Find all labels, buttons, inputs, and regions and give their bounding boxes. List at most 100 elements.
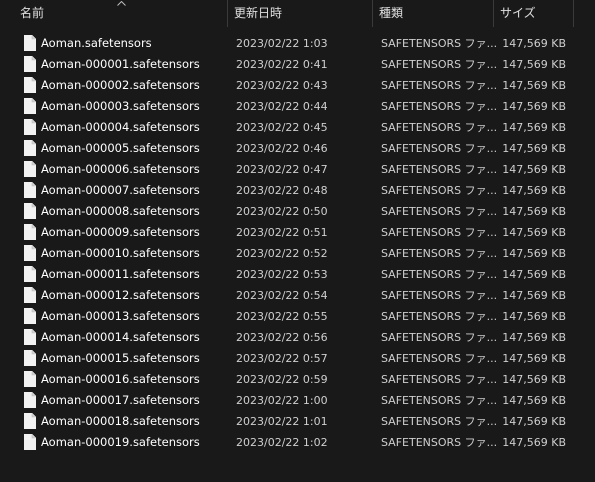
file-type: SAFETENSORS ファ... [381,331,498,344]
file-modified-date: 2023/02/22 0:48 [236,184,328,197]
file-icon [24,350,36,366]
file-modified-date: 2023/02/22 0:47 [236,163,328,176]
file-type: SAFETENSORS ファ... [381,310,498,323]
file-type: SAFETENSORS ファ... [381,58,498,71]
file-name: Aoman.safetensors [41,36,152,50]
file-size: 147,569 KB [502,394,566,407]
file-size: 147,569 KB [502,163,566,176]
sort-up-chevron-icon [117,1,126,6]
file-type: SAFETENSORS ファ... [381,37,498,50]
column-header-date-label: 更新日時 [234,6,283,20]
file-type: SAFETENSORS ファ... [381,205,498,218]
file-row[interactable]: Aoman-000009.safetensors 2023/02/22 0:51 S… [0,222,595,243]
file-type: SAFETENSORS ファ... [381,352,498,365]
file-row[interactable]: Aoman-000006.safetensors 2023/02/22 0:47 S… [0,159,595,180]
column-header-size[interactable]: サイズ [494,0,574,27]
file-name: Aoman-000005.safetensors [41,141,200,155]
file-modified-date: 2023/02/22 1:00 [236,394,328,407]
file-icon [24,413,36,429]
file-icon [24,266,36,282]
file-name: Aoman-000008.safetensors [41,204,200,218]
file-modified-date: 2023/02/22 0:43 [236,79,328,92]
file-icon [24,308,36,324]
file-name: Aoman-000018.safetensors [41,414,200,428]
file-icon [24,77,36,93]
file-row[interactable]: Aoman-000016.safetensors 2023/02/22 0:59 S… [0,369,595,390]
file-row[interactable]: Aoman-000013.safetensors 2023/02/22 0:55 S… [0,306,595,327]
file-size: 147,569 KB [502,205,566,218]
file-row[interactable]: Aoman-000005.safetensors 2023/02/22 0:46 S… [0,138,595,159]
file-type: SAFETENSORS ファ... [381,289,498,302]
file-row[interactable]: Aoman-000003.safetensors 2023/02/22 0:44 S… [0,96,595,117]
file-size: 147,569 KB [502,436,566,449]
file-name: Aoman-000004.safetensors [41,120,200,134]
file-row[interactable]: Aoman.safetensors 2023/02/22 1:03 SAFETENS… [0,33,595,54]
file-modified-date: 2023/02/22 0:51 [236,226,328,239]
file-icon [24,224,36,240]
file-row[interactable]: Aoman-000018.safetensors 2023/02/22 1:01 S… [0,411,595,432]
file-size: 147,569 KB [502,37,566,50]
file-type: SAFETENSORS ファ... [381,436,498,449]
file-type: SAFETENSORS ファ... [381,247,498,260]
column-header-type-label: 種類 [379,6,404,20]
file-size: 147,569 KB [502,373,566,386]
file-modified-date: 2023/02/22 0:50 [236,205,328,218]
file-row[interactable]: Aoman-000008.safetensors 2023/02/22 0:50 S… [0,201,595,222]
file-name: Aoman-000017.safetensors [41,393,200,407]
file-modified-date: 2023/02/22 0:59 [236,373,328,386]
file-size: 147,569 KB [502,352,566,365]
file-name: Aoman-000003.safetensors [41,99,200,113]
file-size: 147,569 KB [502,142,566,155]
file-icon [24,119,36,135]
file-modified-date: 2023/02/22 0:53 [236,268,328,281]
file-name: Aoman-000007.safetensors [41,183,200,197]
file-modified-date: 2023/02/22 1:01 [236,415,328,428]
file-icon [24,35,36,51]
file-icon [24,245,36,261]
file-size: 147,569 KB [502,415,566,428]
file-name: Aoman-000016.safetensors [41,372,200,386]
file-row[interactable]: Aoman-000017.safetensors 2023/02/22 1:00 S… [0,390,595,411]
file-icon [24,203,36,219]
file-name: Aoman-000011.safetensors [41,267,200,281]
file-size: 147,569 KB [502,289,566,302]
file-icon [24,98,36,114]
file-row[interactable]: Aoman-000001.safetensors 2023/02/22 0:41 S… [0,54,595,75]
column-header-date[interactable]: 更新日時 [228,0,373,27]
file-icon [24,56,36,72]
file-modified-date: 2023/02/22 0:57 [236,352,328,365]
file-name: Aoman-000012.safetensors [41,288,200,302]
file-row[interactable]: Aoman-000015.safetensors 2023/02/22 0:57 S… [0,348,595,369]
column-header-type[interactable]: 種類 [373,0,494,27]
file-size: 147,569 KB [502,184,566,197]
file-modified-date: 2023/02/22 1:02 [236,436,328,449]
file-type: SAFETENSORS ファ... [381,121,498,134]
file-type: SAFETENSORS ファ... [381,79,498,92]
file-type: SAFETENSORS ファ... [381,226,498,239]
file-icon [24,371,36,387]
file-name: Aoman-000015.safetensors [41,351,200,365]
file-modified-date: 2023/02/22 0:45 [236,121,328,134]
column-header-size-label: サイズ [500,6,536,20]
file-name: Aoman-000002.safetensors [41,78,200,92]
column-header-name-label: 名前 [20,6,45,20]
file-row[interactable]: Aoman-000012.safetensors 2023/02/22 0:54 S… [0,285,595,306]
file-icon [24,392,36,408]
file-row[interactable]: Aoman-000010.safetensors 2023/02/22 0:52 S… [0,243,595,264]
column-header-name[interactable]: 名前 [0,0,228,27]
file-row[interactable]: Aoman-000011.safetensors 2023/02/22 0:53 S… [0,264,595,285]
file-icon [24,161,36,177]
file-row[interactable]: Aoman-000002.safetensors 2023/02/22 0:43 S… [0,75,595,96]
file-modified-date: 2023/02/22 0:41 [236,58,328,71]
file-row[interactable]: Aoman-000004.safetensors 2023/02/22 0:45 S… [0,117,595,138]
file-row[interactable]: Aoman-000019.safetensors 2023/02/22 1:02 S… [0,432,595,453]
file-name: Aoman-000001.safetensors [41,57,200,71]
file-type: SAFETENSORS ファ... [381,184,498,197]
file-row[interactable]: Aoman-000014.safetensors 2023/02/22 0:56 S… [0,327,595,348]
file-icon [24,140,36,156]
file-modified-date: 2023/02/22 0:56 [236,331,328,344]
file-row[interactable]: Aoman-000007.safetensors 2023/02/22 0:48 S… [0,180,595,201]
file-size: 147,569 KB [502,331,566,344]
file-name: Aoman-000009.safetensors [41,225,200,239]
file-modified-date: 2023/02/22 0:46 [236,142,328,155]
